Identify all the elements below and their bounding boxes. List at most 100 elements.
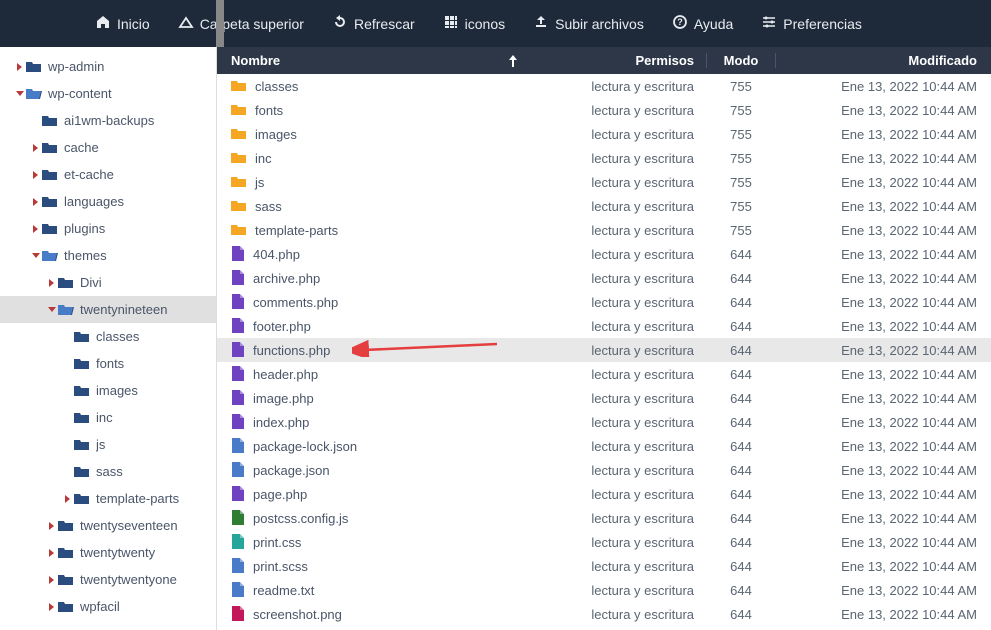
caret-icon[interactable] <box>14 90 26 98</box>
file-row-fonts[interactable]: fontslectura y escritura755Ene 13, 2022 … <box>217 98 991 122</box>
caret-icon[interactable] <box>62 494 74 504</box>
toolbar-help[interactable]: ?Ayuda <box>672 14 733 33</box>
file-row-package-lock.json[interactable]: package-lock.jsonlectura y escritura644E… <box>217 434 991 458</box>
toolbar-refresh[interactable]: Refrescar <box>332 14 415 33</box>
file-name-label: inc <box>255 151 272 166</box>
file-mod: Ene 13, 2022 10:44 AM <box>776 463 991 478</box>
toolbar-grid[interactable]: iconos <box>443 14 505 33</box>
tree-item-ai1wm-backups[interactable]: ai1wm-backups <box>0 107 216 134</box>
file-mode: 755 <box>706 103 776 118</box>
prefs-icon <box>761 14 777 33</box>
tree-item-wp-content[interactable]: wp-content <box>0 80 216 107</box>
file-row-archive.php[interactable]: archive.phplectura y escritura644Ene 13,… <box>217 266 991 290</box>
file-name-label: classes <box>255 79 298 94</box>
tree-item-twentytwentyone[interactable]: twentytwentyone <box>0 566 216 593</box>
file-row-image.php[interactable]: image.phplectura y escritura644Ene 13, 2… <box>217 386 991 410</box>
toolbar-upload[interactable]: Subir archivos <box>533 14 644 33</box>
tree-item-images[interactable]: images <box>0 377 216 404</box>
toolbar-label: iconos <box>465 16 505 32</box>
tree-label: wp-admin <box>48 59 104 74</box>
file-mode: 644 <box>706 439 776 454</box>
toolbar-home[interactable]: Inicio <box>95 14 150 33</box>
file-mode: 644 <box>706 247 776 262</box>
tree-item-wp-admin[interactable]: wp-admin <box>0 53 216 80</box>
folder-icon <box>58 276 74 290</box>
caret-icon[interactable] <box>46 278 58 288</box>
php-icon <box>231 318 245 334</box>
tree-item-twentytwenty[interactable]: twentytwenty <box>0 539 216 566</box>
file-row-js[interactable]: jslectura y escritura755Ene 13, 2022 10:… <box>217 170 991 194</box>
file-perm: lectura y escritura <box>526 247 706 262</box>
tree-label: languages <box>64 194 124 209</box>
tree-item-twentynineteen[interactable]: twentynineteen <box>0 296 216 323</box>
file-row-package.json[interactable]: package.jsonlectura y escritura644Ene 13… <box>217 458 991 482</box>
file-row-print.css[interactable]: print.csslectura y escritura644Ene 13, 2… <box>217 530 991 554</box>
tree-item-cache[interactable]: cache <box>0 134 216 161</box>
caret-icon[interactable] <box>30 170 42 180</box>
file-list: classeslectura y escritura755Ene 13, 202… <box>217 74 991 630</box>
tree-label: template-parts <box>96 491 179 506</box>
tree-item-Divi[interactable]: Divi <box>0 269 216 296</box>
caret-icon[interactable] <box>46 548 58 558</box>
tree-item-fonts[interactable]: fonts <box>0 350 216 377</box>
file-mod: Ene 13, 2022 10:44 AM <box>776 103 991 118</box>
file-row-functions.php[interactable]: functions.phplectura y escritura644Ene 1… <box>217 338 991 362</box>
file-mode: 644 <box>706 343 776 358</box>
caret-icon[interactable] <box>30 197 42 207</box>
header-perm[interactable]: Permisos <box>526 53 706 68</box>
file-mod: Ene 13, 2022 10:44 AM <box>776 343 991 358</box>
caret-icon[interactable] <box>46 521 58 531</box>
file-row-images[interactable]: imageslectura y escritura755Ene 13, 2022… <box>217 122 991 146</box>
tree-item-inc[interactable]: inc <box>0 404 216 431</box>
file-row-comments.php[interactable]: comments.phplectura y escritura644Ene 13… <box>217 290 991 314</box>
php-icon <box>231 294 245 310</box>
folder-tree: wp-admin wp-contentai1wm-backupscacheet-c… <box>0 47 216 630</box>
file-row-page.php[interactable]: page.phplectura y escritura644Ene 13, 20… <box>217 482 991 506</box>
folder-icon <box>74 411 90 425</box>
file-row-inc[interactable]: inclectura y escritura755Ene 13, 2022 10… <box>217 146 991 170</box>
file-row-index.php[interactable]: index.phplectura y escritura644Ene 13, 2… <box>217 410 991 434</box>
folder-icon <box>58 573 74 587</box>
file-row-screenshot.png[interactable]: screenshot.pnglectura y escritura644Ene … <box>217 602 991 626</box>
caret-icon[interactable] <box>46 306 58 314</box>
header-mode[interactable]: Modo <box>706 53 776 68</box>
file-row-classes[interactable]: classeslectura y escritura755Ene 13, 202… <box>217 74 991 98</box>
tree-item-classes[interactable]: classes <box>0 323 216 350</box>
caret-icon[interactable] <box>14 62 26 72</box>
tree-item-js[interactable]: js <box>0 431 216 458</box>
file-row-postcss.config.js[interactable]: postcss.config.jslectura y escritura644E… <box>217 506 991 530</box>
sort-asc-icon <box>508 55 518 67</box>
tree-label: twentytwentyone <box>80 572 177 587</box>
file-row-footer.php[interactable]: footer.phplectura y escritura644Ene 13, … <box>217 314 991 338</box>
caret-icon[interactable] <box>30 224 42 234</box>
tree-item-languages[interactable]: languages <box>0 188 216 215</box>
tree-item-plugins[interactable]: plugins <box>0 215 216 242</box>
file-mod: Ene 13, 2022 10:44 AM <box>776 247 991 262</box>
tree-item-sass[interactable]: sass <box>0 458 216 485</box>
file-row-404.php[interactable]: 404.phplectura y escritura644Ene 13, 202… <box>217 242 991 266</box>
file-row-header.php[interactable]: header.phplectura y escritura644Ene 13, … <box>217 362 991 386</box>
tree-item-themes[interactable]: themes <box>0 242 216 269</box>
tree-item-wpfacil[interactable]: wpfacil <box>0 593 216 620</box>
caret-icon[interactable] <box>46 602 58 612</box>
caret-icon[interactable] <box>46 575 58 585</box>
file-name-label: images <box>255 127 297 142</box>
file-mode: 644 <box>706 487 776 502</box>
toolbar-prefs[interactable]: Preferencias <box>761 14 862 33</box>
tree-item-et-cache[interactable]: et-cache <box>0 161 216 188</box>
toolbar-up[interactable]: Carpeta superior <box>178 14 304 33</box>
file-mode: 644 <box>706 271 776 286</box>
tree-item-twentyseventeen[interactable]: twentyseventeen <box>0 512 216 539</box>
header-perm-label: Permisos <box>635 53 694 68</box>
file-row-print.scss[interactable]: print.scsslectura y escritura644Ene 13, … <box>217 554 991 578</box>
header-mod[interactable]: Modificado <box>776 53 991 68</box>
tree-item-template-parts[interactable]: template-parts <box>0 485 216 512</box>
file-row-sass[interactable]: sasslectura y escritura755Ene 13, 2022 1… <box>217 194 991 218</box>
file-row-readme.txt[interactable]: readme.txtlectura y escritura644Ene 13, … <box>217 578 991 602</box>
file-row-template-parts[interactable]: template-partslectura y escritura755Ene … <box>217 218 991 242</box>
caret-icon[interactable] <box>30 252 42 260</box>
file-perm: lectura y escritura <box>526 151 706 166</box>
file-mode: 644 <box>706 391 776 406</box>
caret-icon[interactable] <box>30 143 42 153</box>
header-name[interactable]: Nombre <box>217 53 526 68</box>
